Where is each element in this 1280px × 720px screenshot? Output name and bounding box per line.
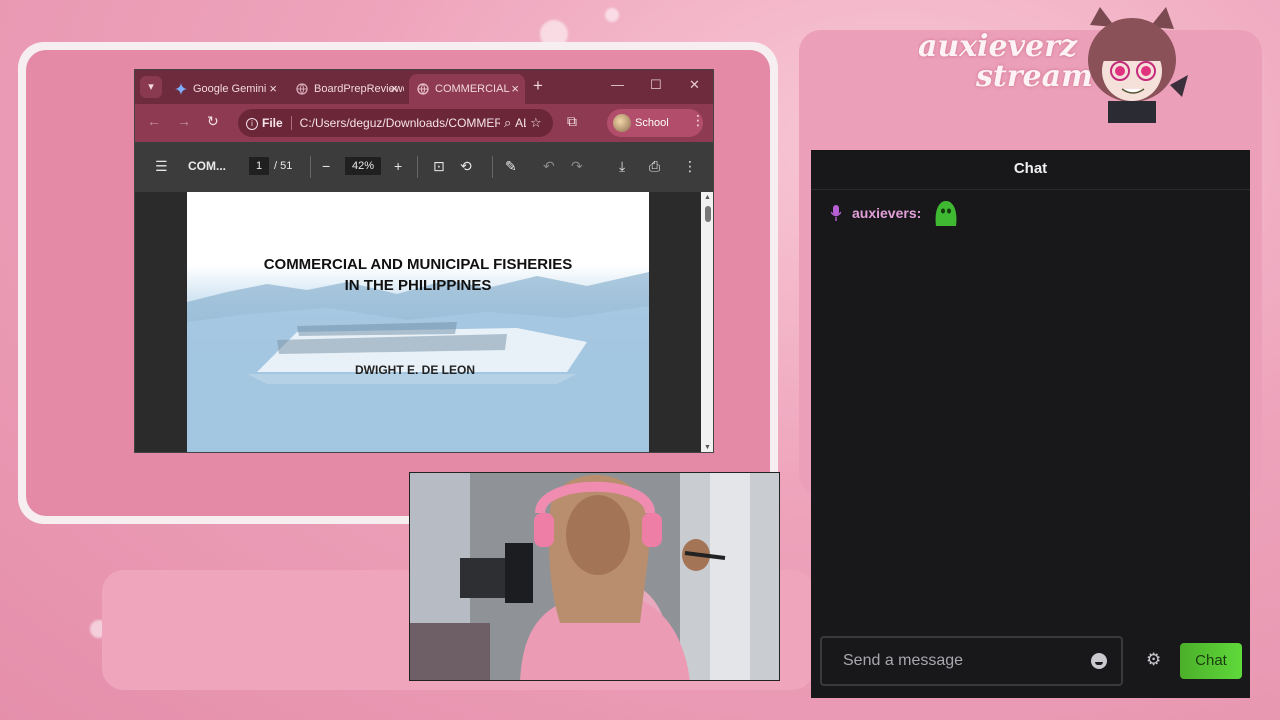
- tab-commercial[interactable]: COMMERCIAL ×: [409, 74, 525, 104]
- document-title: COMMERCIAL AND MUNICIPAL FISHERIES IN TH…: [187, 254, 649, 296]
- webcam-image: [410, 473, 779, 680]
- zoom-input[interactable]: 42%: [345, 157, 381, 175]
- gemini-icon: [175, 83, 187, 95]
- emoji-picker-icon[interactable]: [1091, 653, 1107, 669]
- tab-bar: ▾ Google Gemini × BoardPrepReviewer × CO…: [135, 70, 713, 104]
- scrollbar-thumb[interactable]: [705, 206, 711, 222]
- green-blob-emote: [935, 201, 957, 226]
- browser-menu-icon[interactable]: ⋮: [691, 112, 705, 129]
- back-icon[interactable]: ←: [147, 113, 161, 129]
- zoom-in-icon[interactable]: +: [394, 158, 402, 174]
- profile-label: School: [635, 117, 669, 129]
- tab-boardprep[interactable]: BoardPrepReviewer ×: [288, 74, 404, 104]
- pdf-document-title: COM...: [188, 159, 226, 173]
- chat-message-input[interactable]: Send a message: [820, 636, 1123, 686]
- extensions-icon[interactable]: ⧉: [567, 113, 577, 130]
- webcam-feed: [409, 472, 780, 681]
- new-tab-button[interactable]: +: [533, 76, 543, 96]
- hamburger-menu-icon[interactable]: ☰: [155, 158, 168, 175]
- pdf-scrollbar[interactable]: ▲ ▼: [701, 192, 713, 452]
- close-icon[interactable]: ×: [390, 74, 398, 104]
- pdf-more-icon[interactable]: ⋮: [683, 158, 697, 175]
- divider: [310, 156, 311, 178]
- reload-icon[interactable]: ↻: [207, 113, 219, 130]
- profile-button[interactable]: School: [607, 109, 703, 137]
- tab-google-gemini[interactable]: Google Gemini ×: [167, 74, 283, 104]
- browser-window: ▾ Google Gemini × BoardPrepReviewer × CO…: [134, 69, 714, 453]
- undo-icon[interactable]: ↶: [543, 158, 555, 175]
- pdf-viewport[interactable]: COMMERCIAL AND MUNICIPAL FISHERIES IN TH…: [135, 192, 713, 452]
- rotate-icon[interactable]: ⟲: [460, 158, 472, 175]
- info-icon[interactable]: i: [246, 117, 258, 130]
- maximize-button[interactable]: ☐: [650, 77, 662, 93]
- redo-icon[interactable]: ↷: [571, 158, 583, 175]
- scroll-up-icon[interactable]: ▲: [704, 194, 711, 201]
- url-text: C:/Users/deguz/Downloads/COMMERCIAL: [299, 116, 530, 130]
- tab-label: Google Gemini: [193, 83, 267, 95]
- microphone-badge-icon: [831, 205, 841, 221]
- background-sparkle: [605, 8, 619, 22]
- forward-icon[interactable]: →: [177, 113, 191, 129]
- browser-toolbar: ← → ↻ i File C:/Users/deguz/Downloads/COMM…: [135, 104, 713, 142]
- pdf-toolbar: ☰ COM... 1 / 51 − 42% + ⊡ ⟲ ✎ ↶ ↷ ⤓ ⎙ ⋮: [135, 142, 713, 192]
- fit-page-icon[interactable]: ⊡: [433, 158, 445, 175]
- close-icon[interactable]: ×: [269, 74, 277, 104]
- tab-search-button[interactable]: ▾: [140, 76, 162, 98]
- draw-icon[interactable]: ✎: [505, 158, 517, 175]
- avatar: [613, 114, 631, 132]
- divider: [417, 156, 418, 178]
- scroll-down-icon[interactable]: ▼: [704, 444, 711, 451]
- divider: [492, 156, 493, 178]
- streamer-avatar-illustration: [1088, 7, 1188, 123]
- search-icon[interactable]: ⌕: [500, 109, 516, 137]
- download-icon[interactable]: ⤓: [619, 158, 625, 175]
- pdf-page: COMMERCIAL AND MUNICIPAL FISHERIES IN TH…: [187, 192, 649, 452]
- chat-header: Chat: [811, 150, 1250, 190]
- print-icon[interactable]: ⎙: [649, 158, 660, 175]
- page-count: / 51: [274, 160, 293, 172]
- tab-label: COMMERCIAL: [435, 83, 510, 95]
- bookmark-star-icon[interactable]: ☆: [526, 109, 546, 137]
- zoom-out-icon[interactable]: −: [322, 158, 330, 174]
- globe-icon: [296, 83, 308, 95]
- globe-icon: [417, 83, 429, 95]
- page-number-input[interactable]: 1: [249, 157, 269, 175]
- document-author: DWIGHT E. DE LEON: [355, 363, 475, 377]
- scheme-chip: File: [262, 116, 292, 130]
- document-title-line: COMMERCIAL AND MUNICIPAL FISHERIES: [263, 256, 573, 273]
- chat-input-placeholder: Send a message: [843, 652, 964, 669]
- close-window-button[interactable]: ✕: [689, 77, 700, 93]
- minimize-button[interactable]: —: [611, 77, 624, 92]
- chat-panel: Chat auxievers: Send a message ⚙ Chat: [811, 150, 1250, 698]
- address-bar[interactable]: i File C:/Users/deguz/Downloads/COMMERCIAL…: [238, 109, 553, 137]
- gear-icon[interactable]: ⚙: [1146, 650, 1161, 670]
- chat-username[interactable]: auxievers:: [852, 205, 921, 221]
- chat-send-button[interactable]: Chat: [1180, 643, 1242, 679]
- close-icon[interactable]: ×: [511, 74, 519, 104]
- document-title-line: IN THE PHILIPPINES: [344, 277, 492, 294]
